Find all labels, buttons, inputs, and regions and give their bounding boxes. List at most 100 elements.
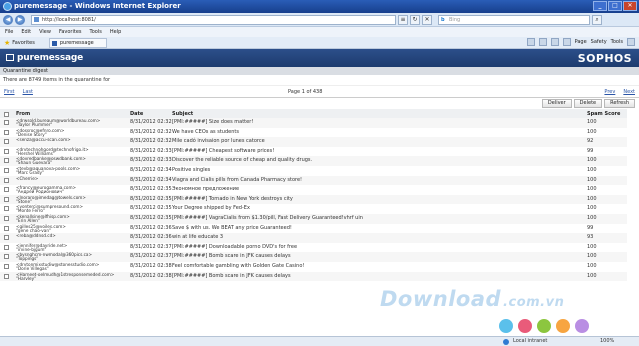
minimize-button[interactable]: _ xyxy=(593,1,607,11)
table-row[interactable]: <tevb@aquanova-pools.com> "Marc Grady" 8/3… xyxy=(0,166,627,176)
prev-page-link[interactable]: Prev xyxy=(604,89,615,95)
row-subject[interactable]: [PMI:#####] Bomb scare in JFK causes del… xyxy=(172,252,587,262)
row-checkbox[interactable] xyxy=(0,118,12,128)
table-row[interactable]: <gilles25@voiles.com> "gene chao-van" 8/31… xyxy=(0,224,627,234)
safety-menu[interactable]: Safety xyxy=(591,39,607,45)
table-row[interactable]: <drvtonmixstudiw@stonesstudio.com> "Dorie… xyxy=(0,262,627,272)
refresh-button[interactable]: Refresh xyxy=(604,99,635,108)
row-checkbox[interactable] xyxy=(0,262,12,272)
row-checkbox[interactable] xyxy=(0,166,12,176)
back-button[interactable]: ◀ xyxy=(3,14,13,25)
last-page-link[interactable]: Last xyxy=(23,89,33,95)
row-checkbox[interactable] xyxy=(0,128,12,138)
refresh-page-button[interactable]: ↻ xyxy=(410,14,420,25)
row-subject[interactable]: [PMI:#####] Tornado in New York destroys… xyxy=(172,195,587,205)
menu-help[interactable]: Help xyxy=(110,29,121,35)
row-subject[interactable]: Your Degree shipped by Fed-Ex xyxy=(172,204,587,214)
row-subject[interactable]: Mile cadó invisaion por lunes catorce xyxy=(172,137,587,147)
row-subject[interactable]: [PMI:#####] VagraCialis from $1.30/pill,… xyxy=(172,214,587,224)
delete-button[interactable]: Delete xyxy=(573,99,603,108)
row-checkbox[interactable] xyxy=(0,204,12,214)
compat-view-button[interactable]: ≡ xyxy=(398,14,408,25)
row-subject[interactable]: Viagra and Cialis pills from Canada Phar… xyxy=(172,176,587,186)
row-subject[interactable]: Экономное предложение xyxy=(172,185,587,195)
table-row[interactable]: <senza@accu-scan.com> 8/31/2012 02:32 Mile… xyxy=(0,137,627,147)
table-row[interactable]: <francy@eurogamma.com> "Андрей Родионович… xyxy=(0,185,627,195)
tools-menu[interactable]: Tools xyxy=(611,39,623,45)
favorites-button[interactable]: Favorites xyxy=(12,40,35,46)
address-input[interactable]: http://localhost:8081/ xyxy=(31,14,396,25)
row-subject[interactable]: [PMI:#####] Size does matter! xyxy=(172,118,587,128)
feeds-icon[interactable] xyxy=(538,38,547,46)
menu-tools[interactable]: Tools xyxy=(90,29,102,35)
quarantine-table: From Date Subject Spam Score <drwsold.bu… xyxy=(0,109,627,282)
row-subject[interactable]: Discover the reliable source of cheap an… xyxy=(172,156,587,166)
column-subject[interactable]: Subject xyxy=(172,109,587,118)
zoom-level[interactable]: 100% xyxy=(600,338,614,344)
row-checkbox[interactable] xyxy=(0,214,12,224)
table-row[interactable]: <Jnoraro@imedag@towels.com> "Stone" 8/31/2… xyxy=(0,194,627,205)
row-checkbox[interactable] xyxy=(0,176,12,186)
row-checkbox[interactable] xyxy=(0,243,12,253)
row-subject[interactable]: Save $ with us. We BEAT any price Guaran… xyxy=(172,224,587,234)
table-row[interactable]: <Harneet-oelmudh@1stresponsemeded.com> "H… xyxy=(0,271,627,282)
command-bar: Page Safety Tools xyxy=(526,38,635,46)
column-from[interactable]: From xyxy=(12,109,130,118)
row-spam-score: 100 xyxy=(587,262,597,269)
row-checkbox[interactable] xyxy=(0,233,12,243)
watermark-suffix: .com.vn xyxy=(503,295,565,310)
browser-tab[interactable]: puremessage xyxy=(48,37,107,48)
mail-icon[interactable] xyxy=(550,38,559,46)
row-from: <bysnghcm-nwmodal@360pics.ca> "Toppings" xyxy=(12,252,130,262)
row-subject[interactable]: [PMI:#####] Bomb scare in JFK causes del… xyxy=(172,272,587,282)
row-checkbox[interactable] xyxy=(0,195,12,205)
row-checkbox[interactable] xyxy=(0,252,12,262)
table-row[interactable]: <reba@ddnsd.cd> 8/31/2012 02:36 win at lif… xyxy=(0,233,627,243)
row-subject[interactable]: [PMI:#####] Cheapest software prices! xyxy=(172,147,587,157)
help-icon[interactable] xyxy=(627,38,635,46)
column-date[interactable]: Date xyxy=(130,109,172,118)
menu-view[interactable]: View xyxy=(39,29,51,35)
table-row[interactable]: <dossroc@efnro.com> "Denise Story" 8/31/20… xyxy=(0,128,627,138)
page-menu[interactable]: Page xyxy=(575,39,587,45)
menu-edit[interactable]: Edit xyxy=(21,29,31,35)
row-subject[interactable]: [PMI:#####] Downloadable porno DVD's for… xyxy=(172,243,587,253)
maximize-button[interactable]: □ xyxy=(608,1,622,11)
table-row[interactable]: <Cherrie> 8/31/2012 02:34 Viagra and Ciali… xyxy=(0,175,627,186)
row-checkbox[interactable] xyxy=(0,272,12,282)
menu-bar: File Edit View Favorites Tools Help xyxy=(0,27,639,37)
row-subject[interactable]: Positive singles xyxy=(172,166,587,176)
row-subject[interactable]: Feel comfortable gambling with Golden Ga… xyxy=(172,262,587,272)
stop-button[interactable]: ✕ xyxy=(422,14,432,25)
home-icon[interactable] xyxy=(526,38,535,46)
column-spam-score[interactable]: Spam Score xyxy=(587,109,627,118)
next-page-link[interactable]: Next xyxy=(623,89,635,95)
row-checkbox[interactable] xyxy=(0,185,12,195)
menu-favorites[interactable]: Favorites xyxy=(59,29,82,35)
table-row[interactable]: <bysnghcm-nwmodal@360pics.ca> "Toppings" 8… xyxy=(0,252,627,262)
print-icon[interactable] xyxy=(562,38,571,46)
table-header-row: From Date Subject Spam Score xyxy=(0,109,627,118)
menu-file[interactable]: File xyxy=(5,29,13,35)
deliver-button[interactable]: Deliver xyxy=(541,99,572,108)
row-checkbox[interactable] xyxy=(0,156,12,166)
search-input[interactable]: Bing xyxy=(438,14,590,25)
row-checkbox[interactable] xyxy=(0,147,12,157)
row-from: <Harneet-oelmudh@1stresponsemeded.com> "H… xyxy=(12,272,130,282)
table-row[interactable]: <jennifer@dayride.net> "irvine-bjgum" 8/31… xyxy=(0,243,627,253)
table-row[interactable]: <kenallsine@lfhisp.com> "Erin Allen" 8/31/… xyxy=(0,213,627,224)
row-subject[interactable]: win at life educate 3 xyxy=(172,233,587,243)
row-checkbox[interactable] xyxy=(0,137,12,147)
table-row[interactable]: <dovredbanke@oswdbank.com> "Shaun Guevara… xyxy=(0,156,627,166)
forward-button[interactable]: ▶ xyxy=(15,14,25,25)
first-page-link[interactable]: First xyxy=(4,89,15,95)
table-row[interactable]: <vonterci@sumpresound.com> "Monte Ferro" 8… xyxy=(0,204,627,214)
row-checkbox[interactable] xyxy=(0,224,12,234)
watermark-text: Download xyxy=(380,287,502,311)
row-subject[interactable]: We have CEOs as students xyxy=(172,128,587,138)
search-icon[interactable]: ⌕ xyxy=(592,14,602,25)
select-all-checkbox[interactable] xyxy=(0,109,12,118)
table-row[interactable]: <drwsold.bureaum@worldbureau.com> "Taylor… xyxy=(0,118,627,128)
close-button[interactable]: ✕ xyxy=(623,1,637,11)
table-row[interactable]: <drvtechnohgord@technofrigo.it> "Hershel … xyxy=(0,147,627,157)
